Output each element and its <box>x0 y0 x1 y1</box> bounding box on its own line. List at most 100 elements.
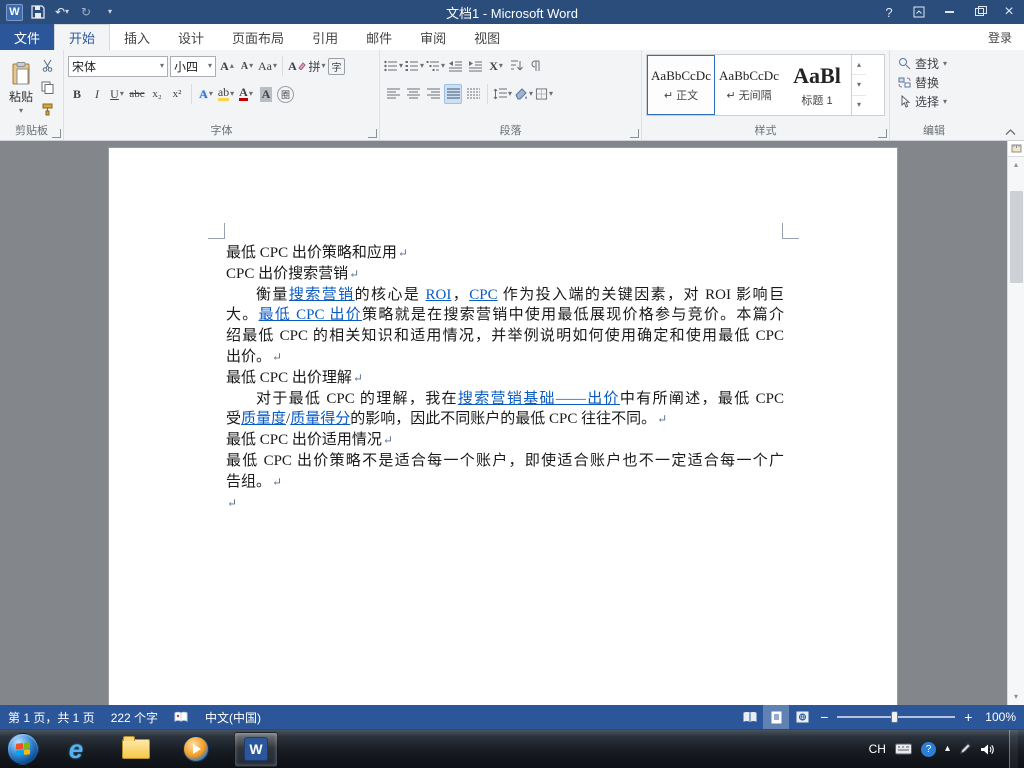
highlight-color-button[interactable]: ab ▾ <box>217 84 235 104</box>
align-right-button[interactable] <box>424 84 442 104</box>
replace-button[interactable]: 替换 <box>894 73 974 92</box>
word-app-icon[interactable]: W <box>6 3 23 21</box>
paste-button[interactable]: 粘贴 ▾ <box>4 54 38 122</box>
document-line[interactable]: 出价。↵ <box>226 347 784 368</box>
show-hide-marks-button[interactable]: ↵ <box>527 56 545 76</box>
format-painter-button[interactable] <box>38 100 56 118</box>
select-button[interactable]: 选择 ▾ <box>894 92 974 111</box>
bold-button[interactable]: B <box>68 84 86 104</box>
character-shading-button[interactable]: A <box>257 84 275 104</box>
tab-design[interactable]: 设计 <box>164 24 218 50</box>
document-line[interactable]: 最低 CPC 出价适用情况↵ <box>226 430 784 451</box>
sign-in-link[interactable]: 登录 <box>976 24 1024 50</box>
word-count[interactable]: 222 个字 <box>103 705 166 729</box>
taskbar-media-player[interactable] <box>166 730 226 768</box>
save-button[interactable] <box>29 2 47 22</box>
style-normal[interactable]: AaBbCcDc ↵ 正文 <box>647 55 715 115</box>
styles-scroll-down[interactable]: ▾ <box>852 75 866 96</box>
hyperlink[interactable]: 质量得分 <box>290 411 350 427</box>
zoom-slider[interactable] <box>837 705 956 729</box>
scrollbar-thumb[interactable] <box>1009 191 1023 283</box>
hyperlink[interactable]: ROI <box>426 287 452 303</box>
ruler-toggle-button[interactable] <box>1007 141 1024 157</box>
style-no-spacing[interactable]: AaBbCcDc ↵ 无间隔 <box>715 55 783 115</box>
shading-button[interactable]: ▾ <box>514 84 533 104</box>
font-color-button[interactable]: A ▾ <box>237 84 255 104</box>
zoom-slider-thumb[interactable] <box>891 711 899 723</box>
volume-icon[interactable] <box>980 739 994 759</box>
font-name-select[interactable]: 宋体 ▾ <box>68 55 168 77</box>
tab-references[interactable]: 引用 <box>298 24 352 50</box>
line-spacing-button[interactable]: ▾ <box>493 84 512 104</box>
redo-button[interactable]: ↻ <box>77 2 95 22</box>
taskbar-file-explorer[interactable] <box>106 730 166 768</box>
document-line[interactable]: CPC 出价搜索营销↵ <box>226 264 784 285</box>
tab-home[interactable]: 开始 <box>54 24 111 50</box>
asian-layout-button[interactable]: X ▾ <box>487 56 505 76</box>
web-layout-button[interactable] <box>789 705 815 729</box>
sort-button[interactable] <box>507 56 525 76</box>
tab-review[interactable]: 审阅 <box>406 24 460 50</box>
document-line[interactable]: 最低 CPC 出价理解↵ <box>226 368 784 389</box>
increase-indent-button[interactable] <box>467 56 485 76</box>
proofing-status[interactable] <box>166 705 197 729</box>
bullets-button[interactable]: ▾ <box>384 56 403 76</box>
read-mode-button[interactable] <box>737 705 763 729</box>
print-layout-button[interactable] <box>763 705 790 729</box>
show-desktop-button[interactable] <box>1009 729 1018 768</box>
tab-file[interactable]: 文件 <box>0 24 54 50</box>
ime-help-icon[interactable]: ? <box>920 741 936 757</box>
distribute-button[interactable] <box>464 84 482 104</box>
collapse-ribbon-button[interactable] <box>1005 129 1016 136</box>
hyperlink[interactable]: CPC <box>469 287 497 303</box>
hyperlink[interactable]: 质量度 <box>241 411 286 427</box>
document-line[interactable]: 绍最低 CPC 的相关知识和适用情况，并举例说明如何使用确定和使用最低 CPC <box>226 326 784 347</box>
justify-button[interactable] <box>444 84 462 104</box>
copy-button[interactable] <box>38 78 56 96</box>
close-button[interactable]: × <box>994 0 1024 24</box>
document-line[interactable]: 最低 CPC 出价策略和应用↵ <box>226 243 784 264</box>
subscript-button[interactable]: x₂ <box>148 84 166 104</box>
zoom-in-button[interactable]: + <box>959 709 977 725</box>
undo-button[interactable]: ↶ ▾ <box>53 2 71 22</box>
tab-page-layout[interactable]: 页面布局 <box>218 24 298 50</box>
paragraph-dialog-launcher[interactable] <box>630 129 639 138</box>
clipboard-dialog-launcher[interactable] <box>52 129 61 138</box>
paste-dropdown[interactable]: ▾ <box>19 106 23 115</box>
page-indicator[interactable]: 第 1 页，共 1 页 <box>0 705 103 729</box>
enclose-characters-button[interactable]: 字 <box>328 57 346 75</box>
keyboard-icon[interactable] <box>894 739 912 759</box>
customize-qat-button[interactable]: ▾ <box>101 2 119 22</box>
start-button[interactable] <box>0 730 46 768</box>
grow-font-button[interactable]: A ▴ <box>218 56 236 76</box>
phonetic-guide-button[interactable]: 拼 ▾ <box>308 56 326 76</box>
strikethrough-button[interactable]: abc <box>128 84 146 104</box>
superscript-button[interactable]: x² <box>168 84 186 104</box>
document-line[interactable]: ↵ <box>226 493 784 514</box>
font-dialog-launcher[interactable] <box>368 129 377 138</box>
vertical-scrollbar[interactable]: ▴ ▾ <box>1007 141 1024 705</box>
maximize-button[interactable] <box>964 0 994 24</box>
document-text[interactable]: 最低 CPC 出价策略和应用↵ CPC 出价搜索营销↵ 衡量搜索营销的核心是 ROI… <box>226 243 784 513</box>
hyperlink[interactable]: 搜索营销 <box>289 287 355 303</box>
document-line[interactable]: 大。最低 CPC 出价策略就是在搜索营销中使用最低展现价格参与竞价。本篇介 <box>226 305 784 326</box>
decrease-indent-button[interactable] <box>447 56 465 76</box>
taskbar-internet-explorer[interactable]: e <box>46 730 106 768</box>
numbering-button[interactable]: ▾ <box>405 56 424 76</box>
language-indicator-tray[interactable]: CH <box>869 739 886 759</box>
text-effects-button[interactable]: A ▾ <box>197 84 215 104</box>
minimize-button[interactable] <box>934 0 964 24</box>
tab-mailings[interactable]: 邮件 <box>352 24 406 50</box>
italic-button[interactable]: I <box>88 84 106 104</box>
document-line[interactable]: 对于最低 CPC 的理解，我在搜索营销基础——出价中有所阐述，最低 CPC <box>226 389 784 410</box>
language-indicator[interactable]: 中文(中国) <box>197 705 269 729</box>
hyperlink[interactable]: 最低 CPC 出价 <box>259 307 363 323</box>
scroll-up-button[interactable]: ▴ <box>1008 157 1024 173</box>
tab-view[interactable]: 视图 <box>460 24 514 50</box>
change-case-button[interactable]: Aa ▾ <box>258 56 277 76</box>
styles-scroll-up[interactable]: ▴ <box>852 55 866 76</box>
zoom-level[interactable]: 100% <box>977 705 1024 729</box>
document-line[interactable]: 衡量搜索营销的核心是 ROI，CPC 作为投入端的关键因素，对 ROI 影响巨 <box>226 285 784 306</box>
align-left-button[interactable] <box>384 84 402 104</box>
help-button[interactable]: ? <box>874 0 904 24</box>
